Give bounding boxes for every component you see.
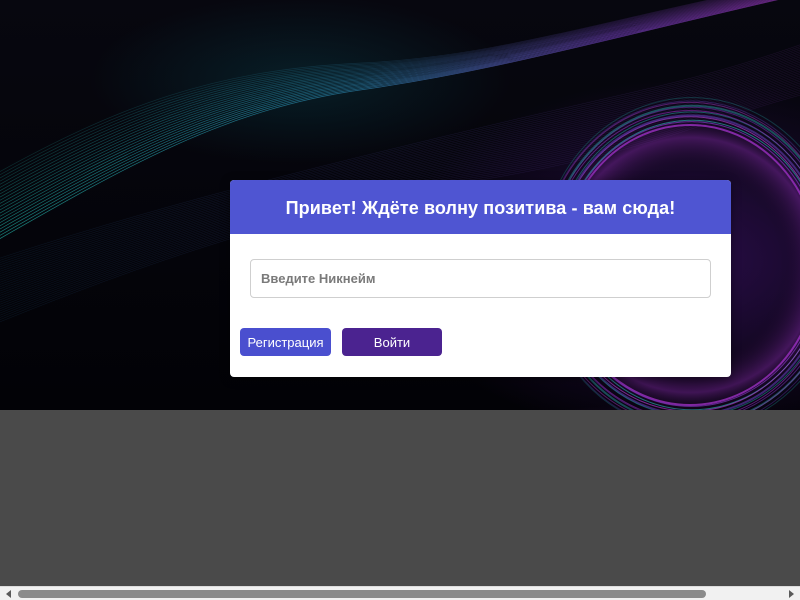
login-card: Привет! Ждёте волну позитива - вам сюда!… (230, 180, 731, 377)
login-button[interactable]: Войти (342, 328, 442, 356)
register-button[interactable]: Регистрация (240, 328, 331, 356)
page-viewport: Привет! Ждёте волну позитива - вам сюда!… (0, 0, 800, 600)
login-card-header: Привет! Ждёте волну позитива - вам сюда! (230, 180, 731, 234)
page-gray-area (0, 410, 800, 586)
scroll-left-arrow-icon[interactable] (2, 587, 16, 600)
scrollbar-thumb[interactable] (18, 590, 706, 598)
nickname-input[interactable] (250, 259, 711, 298)
login-card-body: Регистрация Войти (230, 234, 731, 377)
horizontal-scrollbar[interactable] (0, 586, 800, 600)
scroll-right-arrow-icon[interactable] (784, 587, 798, 600)
login-card-title: Привет! Ждёте волну позитива - вам сюда! (285, 197, 676, 218)
